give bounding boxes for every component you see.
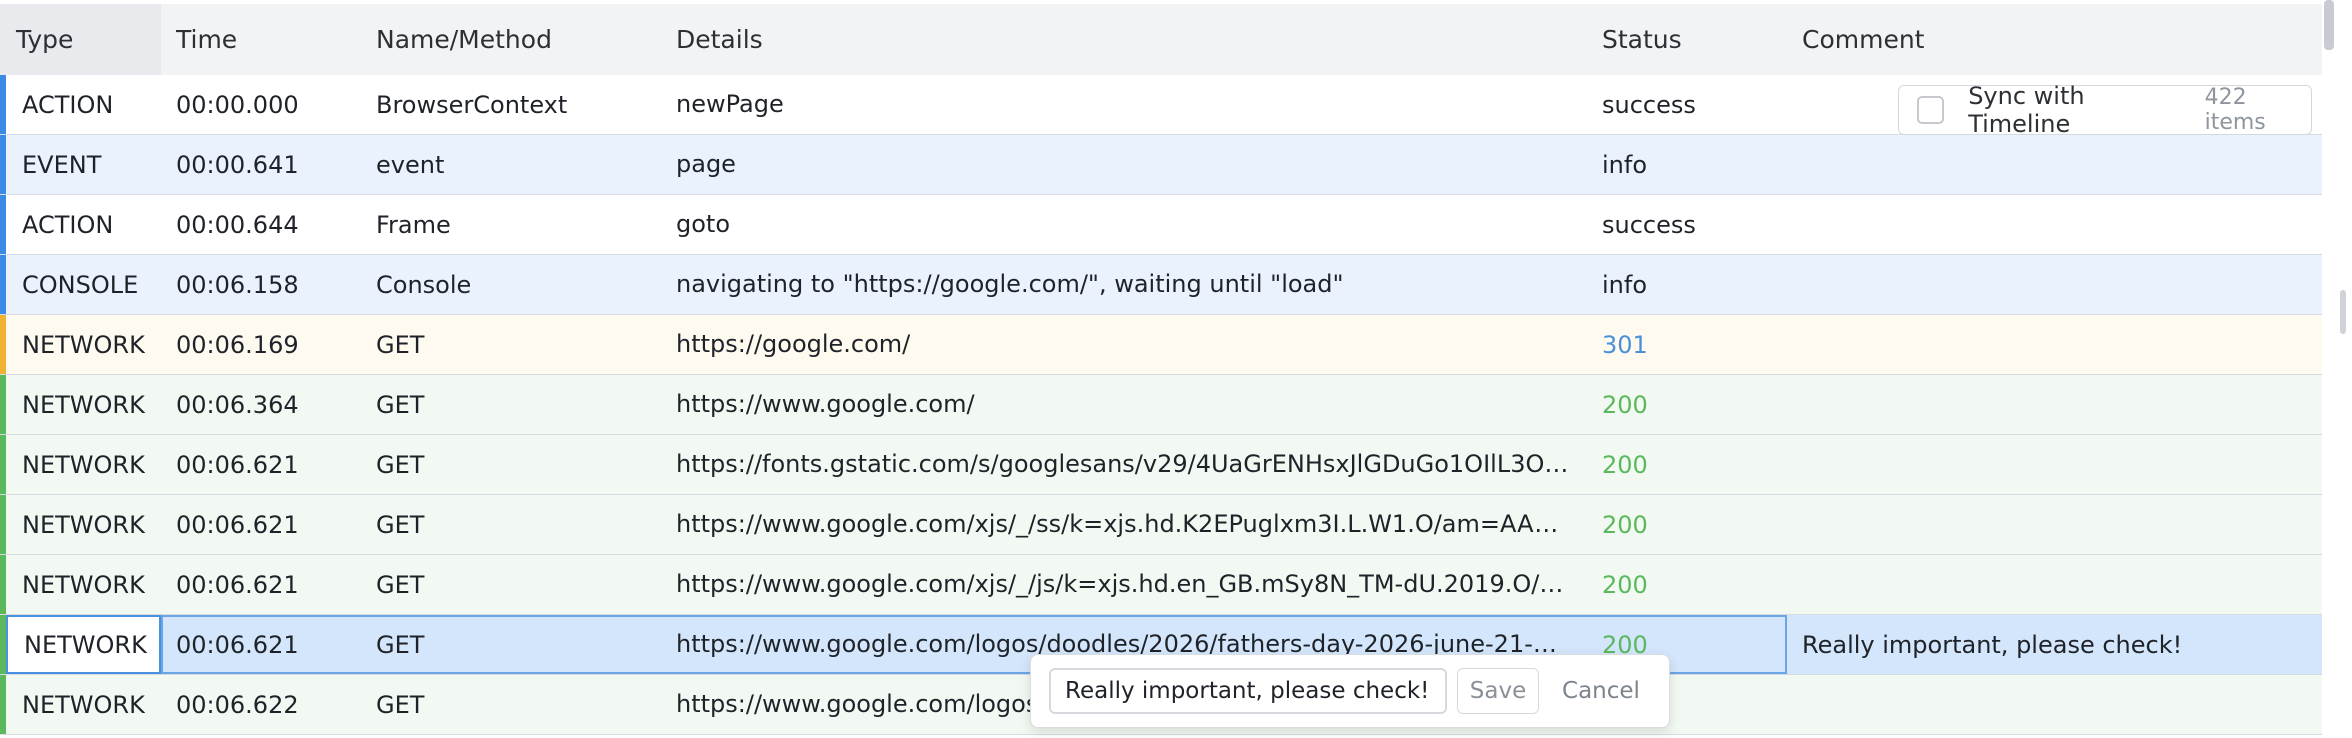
cell-type: EVENT	[22, 150, 102, 179]
cell-name: Console	[376, 270, 472, 299]
cell-details: https://www.google.com/xjs/_/js/k=xjs.hd…	[676, 570, 1571, 598]
cell-name: GET	[376, 630, 425, 659]
cell-comment	[1802, 255, 2302, 314]
cell-status: 200	[1602, 450, 1648, 479]
cell-type: NETWORK	[22, 390, 145, 419]
cell-name: GET	[376, 510, 425, 539]
cell-name: GET	[376, 570, 425, 599]
table-header: Type Time Name/Method Details Status Com…	[0, 4, 2322, 76]
cell-name: BrowserContext	[376, 90, 568, 119]
cell-name: GET	[376, 330, 425, 359]
cell-name: GET	[376, 450, 425, 479]
cell-type: ACTION	[22, 90, 114, 119]
cell-comment	[1802, 375, 2302, 434]
cell-time: 00:06.169	[176, 330, 299, 359]
cell-details: navigating to "https://google.com/", wai…	[676, 270, 1344, 298]
cell-details: https://fonts.gstatic.com/s/googlesans/v…	[676, 450, 1571, 478]
table-row[interactable]: NETWORK 00:06.364 GET https://www.google.co…	[0, 375, 2322, 435]
cell-comment	[1802, 435, 2302, 494]
cell-comment	[1802, 135, 2302, 194]
table-row[interactable]: EVENT 00:00.641 event page info	[0, 135, 2322, 195]
cell-details: goto	[676, 210, 731, 238]
cell-time: 00:00.641	[176, 150, 299, 179]
cell-time: 00:00.000	[176, 90, 299, 119]
item-count: 422 items	[2204, 85, 2266, 135]
cell-name: GET	[376, 390, 425, 419]
cell-type: NETWORK	[6, 615, 161, 674]
cell-comment: Really important, please check!	[1802, 630, 2183, 659]
cell-time: 00:06.621	[176, 630, 299, 659]
cell-time: 00:06.621	[176, 510, 299, 539]
cell-comment	[1802, 555, 2302, 614]
column-header-comment[interactable]: Comment	[1802, 4, 2302, 75]
cell-name: Frame	[376, 210, 451, 239]
cell-details: https://google.com/	[676, 330, 911, 358]
cell-type: ACTION	[22, 210, 114, 239]
table-row[interactable]: CONSOLE 00:06.158 Console navigating to "ht…	[0, 255, 2322, 315]
cell-status: 200	[1602, 570, 1648, 599]
cell-status: 200	[1602, 510, 1648, 539]
cell-details: newPage	[676, 90, 784, 118]
cell-type: NETWORK	[22, 330, 145, 359]
cell-status: success	[1602, 90, 1696, 119]
cell-status: info	[1602, 270, 1648, 299]
sync-with-timeline-toggle[interactable]: Sync with Timeline 422 items	[1898, 82, 2312, 138]
table-row[interactable]: NETWORK 00:06.169 GET https://google.com/30…	[0, 315, 2322, 375]
cell-time: 00:06.621	[176, 570, 299, 599]
column-header-details[interactable]: Details	[676, 4, 1571, 75]
sync-checkbox[interactable]	[1917, 96, 1945, 124]
cell-comment	[1802, 495, 2302, 554]
cell-comment	[1802, 195, 2302, 254]
table-row[interactable]: ACTION 00:00.644 Frame goto success	[0, 195, 2322, 255]
cell-type: NETWORK	[22, 690, 145, 719]
cell-type: NETWORK	[22, 450, 145, 479]
cell-comment	[1802, 675, 2302, 734]
sync-label: Sync with Timeline	[1968, 82, 2085, 138]
table-row[interactable]: NETWORK 00:06.621 GET https://fonts.gstatic…	[0, 435, 2322, 495]
cancel-button[interactable]: Cancel	[1551, 668, 1651, 714]
table-row[interactable]: NETWORK 00:06.621 GET https://www.google.co…	[0, 495, 2322, 555]
cell-type: CONSOLE	[22, 270, 139, 299]
cell-type: NETWORK	[22, 570, 145, 599]
scrollbar-thumb[interactable]	[2324, 0, 2334, 50]
cell-time: 00:06.364	[176, 390, 299, 419]
cell-name: GET	[376, 690, 425, 719]
column-header-name[interactable]: Name/Method	[376, 4, 666, 75]
cell-details: https://www.google.com/xjs/_/ss/k=xjs.hd…	[676, 510, 1571, 538]
cell-status: 301	[1602, 330, 1648, 359]
column-header-status[interactable]: Status	[1602, 4, 1782, 75]
cell-status: info	[1602, 150, 1648, 179]
vertical-scrollbar[interactable]	[2322, 0, 2352, 738]
cell-type: NETWORK	[22, 510, 145, 539]
column-header-time[interactable]: Time	[176, 4, 366, 75]
cell-time: 00:00.644	[176, 210, 299, 239]
cell-details: page	[676, 150, 736, 178]
cell-name: event	[376, 150, 445, 179]
comment-editor: Save Cancel	[1030, 654, 1670, 728]
cell-status: 200	[1602, 390, 1648, 419]
cell-details: https://www.google.com/	[676, 390, 975, 418]
scrollbar-marker	[2340, 290, 2346, 334]
cell-comment	[1802, 315, 2302, 374]
cell-time: 00:06.621	[176, 450, 299, 479]
cell-time: 00:06.158	[176, 270, 299, 299]
cell-status: success	[1602, 210, 1696, 239]
save-button[interactable]: Save	[1457, 668, 1539, 714]
table-row[interactable]: NETWORK 00:06.621 GET https://www.google.co…	[0, 555, 2322, 615]
column-header-type[interactable]: Type	[0, 4, 161, 75]
comment-input[interactable]	[1049, 668, 1447, 714]
cell-time: 00:06.622	[176, 690, 299, 719]
